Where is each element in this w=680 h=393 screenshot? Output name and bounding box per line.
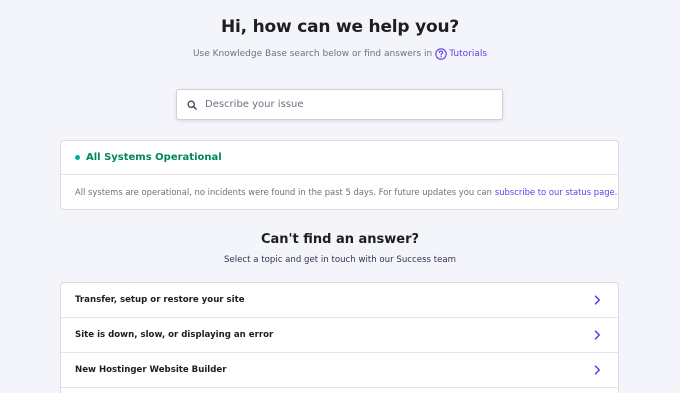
tutorials-link-label: Tutorials — [449, 49, 488, 59]
status-title: All Systems Operational — [86, 152, 222, 163]
search-box — [176, 89, 503, 120]
search-icon — [187, 99, 197, 110]
help-page: Hi, how can we help you? Use Knowledge B… — [0, 0, 680, 393]
topic-row-transfer[interactable]: Transfer, setup or restore your site — [61, 283, 618, 318]
status-body: All systems are operational, no incident… — [61, 175, 618, 209]
topic-label: Transfer, setup or restore your site — [75, 295, 245, 305]
status-message: All systems are operational, no incident… — [75, 187, 492, 197]
status-dot-icon — [75, 155, 80, 160]
tutorials-link[interactable]: Tutorials — [435, 48, 487, 60]
topic-label: Site is down, slow, or displaying an err… — [75, 330, 274, 340]
section-title: Can't find an answer? — [260, 232, 420, 247]
status-header: All Systems Operational — [61, 141, 618, 175]
topic-row-site-down[interactable]: Site is down, slow, or displaying an err… — [61, 318, 618, 353]
chevron-right-icon — [594, 365, 601, 375]
search-input[interactable] — [205, 99, 485, 110]
topic-label: New Hostinger Website Builder — [75, 365, 227, 375]
topic-list: Transfer, setup or restore your site Sit… — [60, 282, 619, 393]
system-status-card: All Systems Operational All systems are … — [60, 140, 619, 210]
page-title: Hi, how can we help you? — [220, 17, 460, 37]
hero-subtitle-text: Use Knowledge Base search below or find … — [192, 49, 433, 59]
subscribe-status-link[interactable]: subscribe to our status page. — [495, 187, 617, 197]
chevron-right-icon — [594, 295, 601, 305]
chevron-right-icon — [594, 330, 601, 340]
hero-subtitle: Use Knowledge Base search below or find … — [0, 48, 680, 60]
topic-row-website-builder[interactable]: New Hostinger Website Builder — [61, 353, 618, 388]
section-subtitle: Select a topic and get in touch with our… — [223, 255, 456, 265]
question-circle-icon — [435, 48, 447, 60]
